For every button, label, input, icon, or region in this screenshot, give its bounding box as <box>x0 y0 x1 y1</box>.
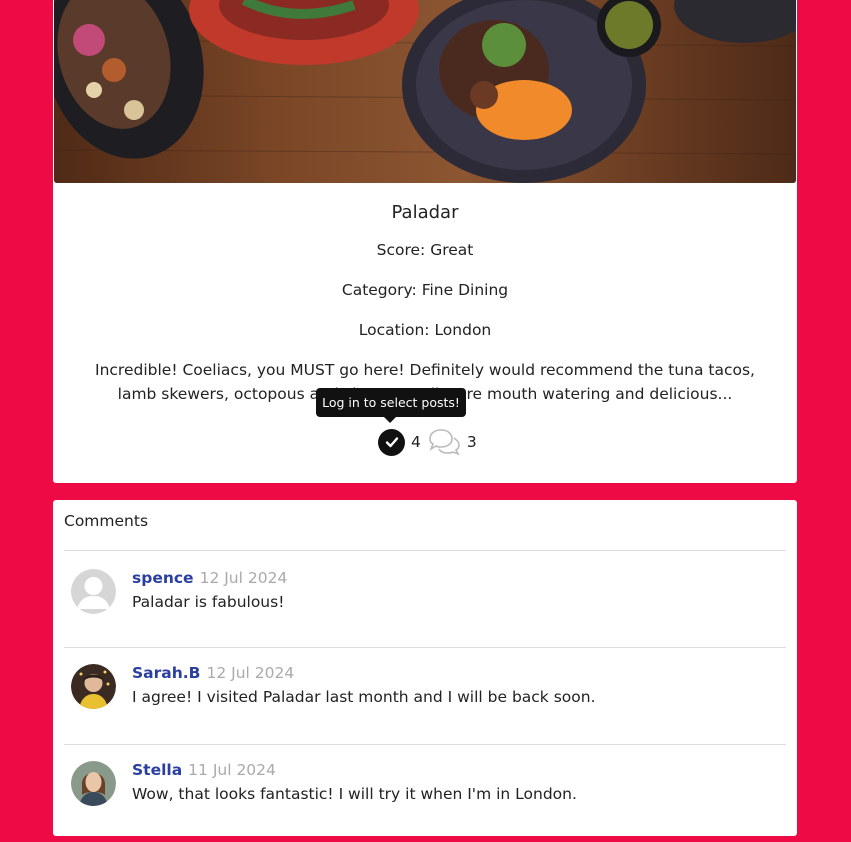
comment-author-name[interactable]: Stella <box>132 761 182 779</box>
post-location: Location: London <box>358 321 492 339</box>
check-circle-icon[interactable] <box>378 428 405 456</box>
comment-body: I agree! I visited Paladar last month an… <box>132 688 596 706</box>
comment-count: 3 <box>466 433 477 451</box>
comments-icon <box>427 428 461 456</box>
divider <box>64 550 786 551</box>
post-image <box>54 0 796 183</box>
comment-body: Wow, that looks fantastic! I will try it… <box>132 785 577 803</box>
post-score: Score: Great <box>376 241 474 259</box>
comment-author[interactable]: spence 12 Jul 2024 <box>132 569 287 587</box>
comment-author-name[interactable]: spence <box>132 569 194 587</box>
comment-author-name[interactable]: Sarah.B <box>132 664 200 682</box>
post-card: Paladar Score: Great Category: Fine Dini… <box>53 0 797 483</box>
comment-author[interactable]: Sarah.B 12 Jul 2024 <box>132 664 294 682</box>
comment-body: Paladar is fabulous! <box>132 593 285 611</box>
comment-author[interactable]: Stella 11 Jul 2024 <box>132 761 276 779</box>
comment-date: 12 Jul 2024 <box>199 569 288 587</box>
comment-item: spence 12 Jul 2024 Paladar is fabulous! <box>64 569 786 639</box>
comment-item: Stella 11 Jul 2024 Wow, that looks fantas… <box>64 761 786 831</box>
post-stats: 4 3 <box>378 428 477 456</box>
avatar <box>71 664 116 709</box>
comments-card: Comments spence 12 Jul 2024 Paladar is fa… <box>53 500 797 836</box>
comment-item: Sarah.B 12 Jul 2024 I agree! I visited Pa… <box>64 664 786 734</box>
avatar <box>71 761 116 806</box>
divider <box>64 744 786 745</box>
comment-date: 12 Jul 2024 <box>206 664 295 682</box>
post-category: Category: Fine Dining <box>341 281 509 299</box>
select-count: 4 <box>411 433 421 451</box>
comments-header: Comments <box>64 512 149 530</box>
post-title: Paladar <box>391 202 459 223</box>
login-tooltip: Log in to select posts! <box>316 388 466 423</box>
comment-date: 11 Jul 2024 <box>188 761 276 779</box>
avatar <box>71 569 116 614</box>
divider <box>64 647 786 648</box>
